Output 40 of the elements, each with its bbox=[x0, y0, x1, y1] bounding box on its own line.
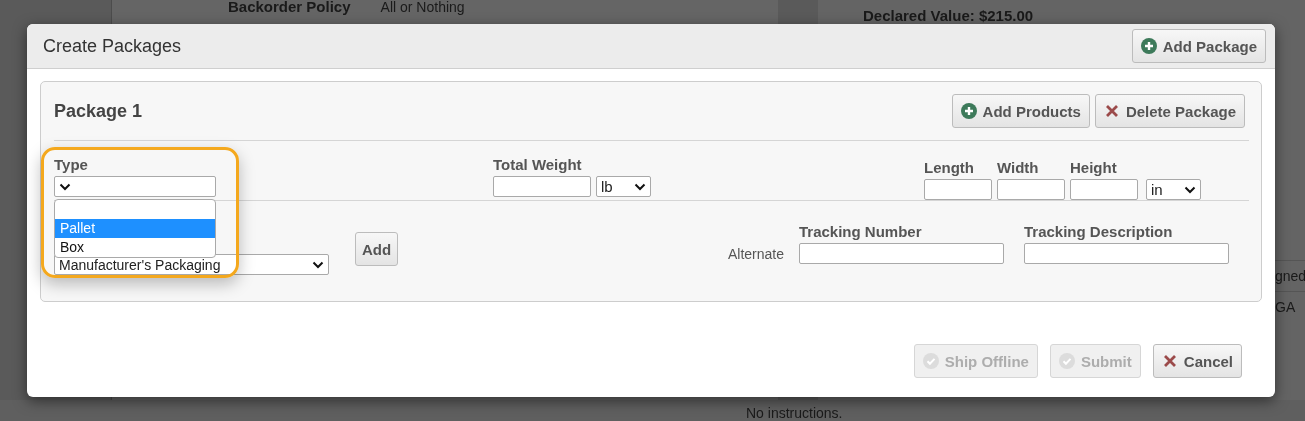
field-label: Length bbox=[924, 159, 974, 176]
action-button[interactable]: Add Package bbox=[1131, 29, 1266, 63]
field-label: Type bbox=[54, 156, 88, 173]
field-label: Backorder Policy bbox=[228, 0, 351, 14]
dimension-input[interactable] bbox=[924, 179, 992, 200]
unit-select[interactable]: lb bbox=[596, 176, 651, 197]
caret-icon bbox=[312, 260, 324, 269]
unit-select[interactable]: in bbox=[1146, 179, 1201, 200]
close-icon bbox=[1161, 353, 1178, 369]
plus-circle-icon bbox=[960, 103, 977, 119]
plus-circle-icon bbox=[1140, 38, 1157, 54]
cancel-button[interactable]: Cancel bbox=[1152, 344, 1242, 378]
check-circle-icon bbox=[922, 353, 939, 369]
cancel-button[interactable]: Delete Package bbox=[1094, 94, 1245, 128]
caret-icon bbox=[634, 182, 646, 191]
weight-input[interactable] bbox=[493, 176, 591, 197]
dimension-input[interactable] bbox=[1070, 179, 1138, 200]
field-label: Height bbox=[1070, 159, 1117, 176]
close-icon bbox=[1103, 103, 1120, 119]
field-label: Total Weight bbox=[493, 156, 582, 173]
dimension-input[interactable] bbox=[997, 179, 1065, 200]
instructions-text: No instructions. bbox=[746, 405, 843, 421]
action-button[interactable]: Add Products bbox=[951, 94, 1090, 128]
add-button[interactable]: Add bbox=[355, 232, 399, 266]
caret-icon bbox=[1184, 185, 1196, 194]
declared-value: Declared Value: $215.00 bbox=[862, 6, 1035, 24]
field-value: All or Nothing bbox=[380, 0, 465, 14]
alternate-label: Alternate bbox=[727, 246, 784, 264]
field-label: Tracking Description bbox=[1024, 223, 1173, 240]
check-circle-icon bbox=[1058, 353, 1075, 369]
dropdown-option[interactable]: Box bbox=[55, 238, 215, 257]
tracking-description-input[interactable] bbox=[1024, 243, 1229, 264]
field-label: Tracking Number bbox=[799, 223, 922, 240]
dropdown-option[interactable]: Pallet bbox=[55, 219, 215, 238]
tracking-number-input[interactable] bbox=[799, 243, 1004, 264]
package-title: Package 1 bbox=[54, 100, 143, 122]
field-label: Width bbox=[997, 159, 1039, 176]
type-select[interactable] bbox=[54, 176, 216, 197]
caret-icon bbox=[59, 182, 71, 191]
dialog-title: Create Packages bbox=[43, 35, 182, 57]
